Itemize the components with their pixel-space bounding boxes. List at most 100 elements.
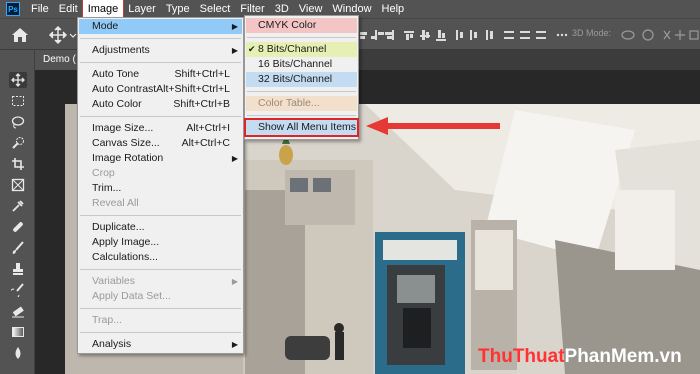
menu-item-label: Analysis — [92, 338, 132, 350]
menu-item-label: Canvas Size... — [92, 137, 160, 149]
menu-item-32-bits[interactable]: 32 Bits/Channel — [246, 72, 357, 87]
menu-item-mode[interactable]: Mode ▶ — [79, 19, 242, 34]
shortcut-label: Shift+Ctrl+L — [174, 68, 230, 80]
menu-item-trim[interactable]: Trim... — [79, 181, 242, 196]
mode-submenu: CMYK Color ✔ 8 Bits/Channel 16 Bits/Chan… — [244, 15, 359, 140]
lasso-tool-icon[interactable] — [9, 114, 27, 130]
menu-item-label: Variables — [92, 275, 135, 287]
menu-item-variables: Variables ▶ — [79, 274, 242, 289]
3d-mode-label: 3D Mode: — [572, 28, 612, 38]
blur-tool-icon[interactable] — [9, 345, 27, 361]
shortcut-label: Alt+Ctrl+C — [181, 137, 230, 149]
menu-item-label: Apply Image... — [92, 236, 160, 248]
gradient-tool-icon[interactable] — [9, 324, 27, 340]
menu-item-trap: Trap... — [79, 313, 242, 328]
menu-edit[interactable]: Edit — [54, 0, 83, 18]
submenu-arrow-icon: ▶ — [231, 154, 238, 163]
menu-divider — [247, 37, 356, 38]
menu-divider — [247, 115, 356, 116]
menu-item-image-rotation[interactable]: Image Rotation ▶ — [79, 151, 242, 166]
watermark-part: PhanMem — [564, 346, 655, 367]
annotation-arrow-icon — [366, 117, 500, 135]
menu-item-auto-color[interactable]: Auto Color Shift+Ctrl+B — [79, 97, 242, 112]
menu-layer[interactable]: Layer — [123, 0, 161, 18]
move-tool-icon[interactable] — [9, 72, 27, 88]
menu-item-label: Duplicate... — [92, 221, 145, 233]
menu-divider — [80, 332, 241, 333]
menu-item-color-table: Color Table... — [246, 96, 357, 111]
menu-item-label: Auto Color — [92, 98, 142, 110]
menu-item-label: Adjustments — [92, 44, 150, 56]
menu-item-8-bits[interactable]: ✔ 8 Bits/Channel — [246, 42, 357, 57]
menu-item-auto-tone[interactable]: Auto Tone Shift+Ctrl+L — [79, 67, 242, 82]
3d-mode-icons[interactable] — [621, 29, 699, 41]
photoshop-logo: Ps — [6, 2, 20, 16]
menu-item-apply-data-set: Apply Data Set... — [79, 289, 242, 304]
healing-brush-tool-icon[interactable] — [9, 219, 27, 235]
menu-item-reveal-all: Reveal All — [79, 196, 242, 211]
menu-item-label: Apply Data Set... — [92, 290, 171, 302]
menu-type[interactable]: Type — [161, 0, 195, 18]
menu-item-show-all-menu-items[interactable]: Show All Menu Items — [244, 118, 359, 137]
menu-divider — [80, 269, 241, 270]
menu-item-label: 8 Bits/Channel — [258, 43, 327, 55]
marquee-tool-icon[interactable] — [9, 93, 27, 109]
shortcut-label: Shift+Ctrl+B — [173, 98, 230, 110]
brush-tool-icon[interactable] — [9, 240, 27, 256]
submenu-arrow-icon: ▶ — [231, 340, 238, 349]
menu-item-apply-image[interactable]: Apply Image... — [79, 235, 242, 250]
menu-item-label: Auto Contrast — [92, 83, 157, 95]
menu-select[interactable]: Select — [195, 0, 236, 18]
menu-item-16-bits[interactable]: 16 Bits/Channel — [246, 57, 357, 72]
menu-divider — [80, 308, 241, 309]
menu-divider — [80, 215, 241, 216]
watermark-part: .vn — [654, 346, 682, 367]
menu-item-label: Crop — [92, 167, 115, 179]
menu-item-label: Auto Tone — [92, 68, 140, 80]
menu-item-label: Mode — [92, 20, 119, 32]
stamp-tool-icon[interactable] — [9, 261, 27, 277]
menu-divider — [80, 62, 241, 63]
tools-panel — [0, 50, 35, 374]
shortcut-label: Alt+Ctrl+I — [186, 122, 230, 134]
menu-item-image-size[interactable]: Image Size... Alt+Ctrl+I — [79, 121, 242, 136]
history-brush-tool-icon[interactable] — [9, 282, 27, 298]
menu-item-label: Image Rotation — [92, 152, 164, 164]
menu-item-cmyk-color[interactable]: CMYK Color — [246, 18, 357, 33]
shortcut-label: Alt+Shift+Ctrl+L — [156, 83, 230, 95]
menu-item-calculations[interactable]: Calculations... — [79, 250, 242, 265]
checkmark-icon: ✔ — [248, 44, 256, 54]
submenu-arrow-icon: ▶ — [231, 277, 238, 286]
document-tab[interactable]: Demo ( — [35, 50, 79, 70]
menu-item-label: Image Size... — [92, 122, 154, 134]
menu-item-label: Trap... — [92, 314, 122, 326]
eyedropper-tool-icon[interactable] — [9, 198, 27, 214]
menu-item-canvas-size[interactable]: Canvas Size... Alt+Ctrl+C — [79, 136, 242, 151]
menu-divider — [247, 91, 356, 92]
menu-item-crop: Crop — [79, 166, 242, 181]
menu-help[interactable]: Help — [377, 0, 410, 18]
chevron-down-icon[interactable] — [69, 33, 77, 38]
submenu-arrow-icon: ▶ — [231, 22, 238, 31]
menu-item-duplicate[interactable]: Duplicate... — [79, 220, 242, 235]
submenu-arrow-icon: ▶ — [231, 46, 238, 55]
watermark-part: ThuThuat — [478, 346, 565, 367]
quick-selection-tool-icon[interactable] — [9, 135, 27, 151]
menu-item-auto-contrast[interactable]: Auto Contrast Alt+Shift+Ctrl+L — [79, 82, 242, 97]
menu-file[interactable]: File — [26, 0, 54, 18]
move-tool-icon[interactable] — [48, 25, 68, 45]
home-icon[interactable] — [12, 28, 28, 42]
menu-item-label: Reveal All — [92, 197, 139, 209]
eraser-tool-icon[interactable] — [9, 303, 27, 319]
menu-divider — [80, 38, 241, 39]
crop-tool-icon[interactable] — [9, 156, 27, 172]
menu-divider — [80, 116, 241, 117]
menu-item-label: Calculations... — [92, 251, 158, 263]
menu-image[interactable]: Image — [81, 0, 125, 19]
menu-item-label: Trim... — [92, 182, 122, 194]
frame-tool-icon[interactable] — [9, 177, 27, 193]
watermark: ThuThuatPhanMem.vn — [478, 346, 682, 368]
align-icons[interactable] — [357, 30, 568, 41]
menu-item-analysis[interactable]: Analysis ▶ — [79, 337, 242, 352]
menu-item-adjustments[interactable]: Adjustments ▶ — [79, 43, 242, 58]
